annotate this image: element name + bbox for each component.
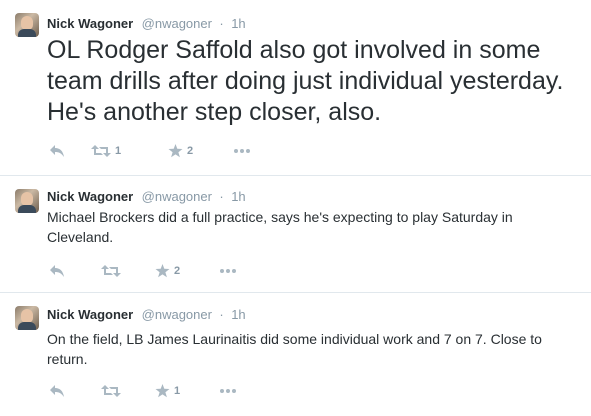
tweet-text: OL Rodger Saffold also got involved in s… bbox=[47, 36, 564, 126]
star-icon bbox=[168, 144, 183, 158]
author-name[interactable]: Nick Wagoner bbox=[47, 307, 133, 322]
timestamp[interactable]: 1h bbox=[231, 189, 245, 204]
retweet-button[interactable] bbox=[101, 262, 125, 280]
retweet-icon bbox=[101, 264, 121, 278]
avatar[interactable] bbox=[15, 189, 39, 213]
tweet-header: Nick Wagoner @nwagoner · 1h bbox=[47, 189, 246, 205]
reply-button[interactable] bbox=[49, 142, 65, 160]
tweet-text: On the field, LB James Laurinaitis did s… bbox=[47, 331, 542, 367]
star-icon bbox=[155, 264, 170, 278]
reply-button[interactable] bbox=[49, 382, 65, 400]
tweet-timeline: Nick Wagoner @nwagoner · 1h OL Rodger Sa… bbox=[0, 0, 591, 416]
favorite-button[interactable]: 2 bbox=[168, 142, 193, 160]
author-handle[interactable]: @nwagoner bbox=[142, 189, 212, 204]
tweet[interactable]: Nick Wagoner @nwagoner · 1h Michael Broc… bbox=[0, 176, 591, 293]
tweet-actions: 1 bbox=[47, 382, 287, 400]
retweet-button[interactable]: 1 bbox=[91, 142, 121, 160]
retweet-button[interactable] bbox=[101, 382, 125, 400]
reply-icon bbox=[49, 264, 65, 278]
avatar[interactable] bbox=[15, 13, 39, 37]
favorite-count: 2 bbox=[174, 265, 181, 277]
reply-icon bbox=[49, 384, 65, 398]
tweet-header: Nick Wagoner @nwagoner · 1h bbox=[47, 307, 246, 323]
favorite-count: 2 bbox=[187, 145, 194, 157]
retweet-icon bbox=[91, 144, 111, 158]
separator: · bbox=[219, 307, 224, 322]
avatar[interactable] bbox=[15, 306, 39, 330]
favorite-button[interactable]: 1 bbox=[155, 382, 180, 400]
more-button[interactable] bbox=[219, 382, 237, 400]
reply-button[interactable] bbox=[49, 262, 65, 280]
star-icon bbox=[155, 384, 170, 398]
reply-icon bbox=[49, 144, 65, 158]
favorite-count: 1 bbox=[174, 385, 181, 397]
separator: · bbox=[219, 16, 224, 31]
separator: · bbox=[219, 189, 224, 204]
author-name[interactable]: Nick Wagoner bbox=[47, 189, 133, 204]
retweet-icon bbox=[101, 384, 121, 398]
tweet-header: Nick Wagoner @nwagoner · 1h bbox=[47, 16, 246, 32]
tweet-actions: 2 bbox=[47, 262, 287, 280]
more-icon bbox=[233, 148, 251, 154]
more-button[interactable] bbox=[219, 262, 237, 280]
tweet-actions: 1 2 bbox=[47, 142, 287, 160]
author-handle[interactable]: @nwagoner bbox=[142, 16, 212, 31]
timestamp[interactable]: 1h bbox=[231, 16, 245, 31]
timestamp[interactable]: 1h bbox=[231, 307, 245, 322]
more-icon bbox=[219, 388, 237, 394]
more-button[interactable] bbox=[233, 142, 251, 160]
tweet[interactable]: Nick Wagoner @nwagoner · 1h OL Rodger Sa… bbox=[0, 0, 591, 176]
favorite-button[interactable]: 2 bbox=[155, 262, 180, 280]
retweet-count: 1 bbox=[115, 145, 122, 157]
tweet-text: Michael Brockers did a full practice, sa… bbox=[47, 209, 513, 245]
more-icon bbox=[219, 268, 237, 274]
author-handle[interactable]: @nwagoner bbox=[142, 307, 212, 322]
author-name[interactable]: Nick Wagoner bbox=[47, 16, 133, 31]
tweet[interactable]: Nick Wagoner @nwagoner · 1h On the field… bbox=[0, 293, 591, 416]
